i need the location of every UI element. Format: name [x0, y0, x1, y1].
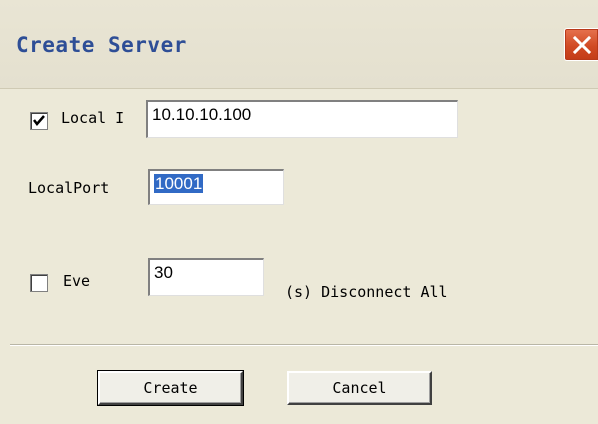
- local-port-value: 10001: [154, 174, 204, 193]
- separator: [10, 344, 598, 346]
- checkmark-icon: [33, 115, 45, 126]
- local-port-label: LocalPort: [28, 179, 110, 197]
- cancel-button[interactable]: Cancel: [287, 371, 432, 405]
- disconnect-all-label: (s) Disconnect All: [285, 283, 448, 301]
- local-ip-checkbox[interactable]: [30, 112, 48, 130]
- every-checkbox[interactable]: [30, 274, 48, 292]
- dialog-body: Local I 10.10.10.100 LocalPort 10001 Eve…: [0, 89, 598, 424]
- create-button[interactable]: Create: [97, 370, 244, 406]
- close-button[interactable]: [564, 28, 598, 61]
- local-ip-input[interactable]: 10.10.10.100: [146, 100, 458, 138]
- close-x-icon: [572, 35, 592, 55]
- local-port-input[interactable]: 10001: [148, 169, 284, 205]
- title-bar[interactable]: Create Server: [0, 0, 598, 89]
- interval-input[interactable]: 30: [148, 258, 264, 296]
- dialog-title: Create Server: [16, 33, 187, 57]
- every-label: Eve: [63, 272, 91, 290]
- local-ip-label: Local I: [61, 109, 125, 127]
